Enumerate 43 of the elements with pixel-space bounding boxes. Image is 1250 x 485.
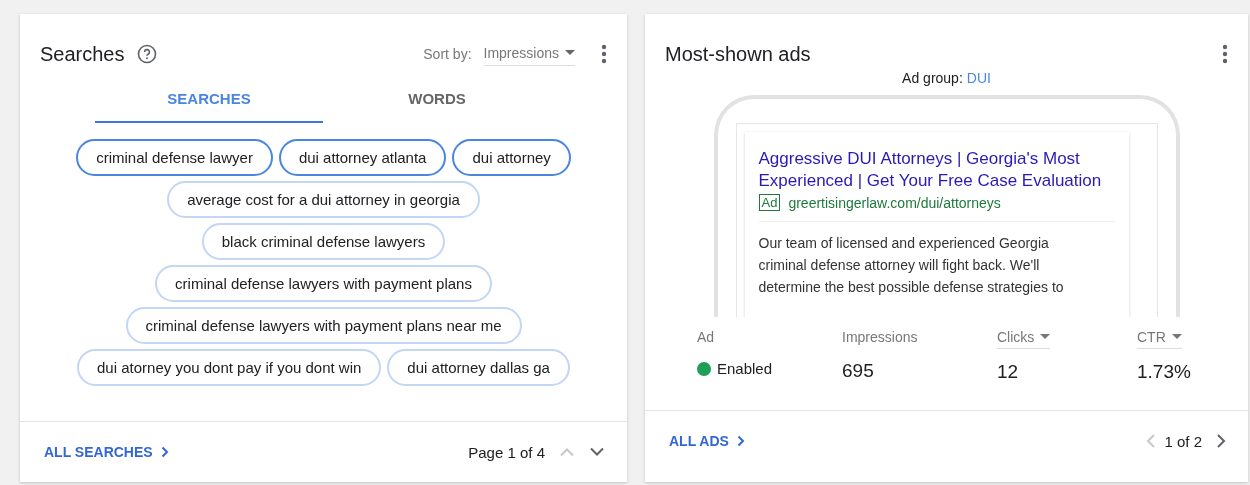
clicks-value: 12 [997, 361, 1019, 383]
column-header[interactable]: Clicks [997, 329, 1051, 349]
page-indicator: 1 of 2 [1164, 432, 1202, 450]
chevron-right-icon [736, 435, 745, 447]
more-icon[interactable] [1222, 44, 1228, 64]
caret-icon [1171, 334, 1182, 340]
ad-group-link[interactable]: DUI [966, 70, 991, 86]
ad-url: greertisingerlaw.com/dui/attorneys [788, 194, 1001, 211]
ctr-value: 1.73% [1137, 361, 1191, 383]
caret-icon [565, 49, 575, 56]
chevron-right-icon [160, 446, 169, 458]
search-chip[interactable]: criminal defense lawyers with payment plans near me [125, 307, 522, 344]
tab[interactable]: WORDS [323, 78, 551, 123]
column-header: Impressions [842, 329, 918, 347]
ad-headline[interactable]: Aggressive DUI Attorneys | Georgia's Most Experienced | Get Your Free Case Evaluation [758, 148, 1115, 192]
more-icon[interactable] [601, 44, 607, 64]
column-header: Ad [697, 329, 715, 347]
ad-description: Our team of licensed and experienced Georgia criminal defense attorney will fight back. We'll determine the best possible defense strategies to [758, 234, 1065, 297]
tab[interactable]: SEARCHES [95, 78, 323, 123]
search-chip[interactable]: dui attorney [452, 139, 571, 176]
search-chip[interactable]: dui atorney you dont pay if you dont win [77, 349, 382, 386]
all-ads-link[interactable]: ALL ADS [669, 433, 745, 449]
sort-label: Sort by: [423, 46, 472, 62]
help-icon[interactable] [136, 44, 157, 64]
chevron-down-icon[interactable] [589, 447, 605, 457]
ad-group-label: Ad group: [902, 70, 963, 86]
search-chip[interactable]: average cost for a dui attorney in georgia [167, 181, 480, 218]
all-searches-link[interactable]: ALL SEARCHES [44, 444, 169, 460]
impressions-value: 695 [842, 360, 874, 382]
card-title: Searches [40, 42, 125, 66]
sort-dropdown[interactable]: Impressions [483, 42, 575, 66]
column-header[interactable]: CTR [1137, 329, 1182, 349]
search-chip[interactable]: dui attorney atlanta [278, 139, 447, 176]
caret-icon [1040, 334, 1051, 340]
ad-badge: Ad [758, 194, 781, 211]
search-chip[interactable]: black criminal defense lawyers [201, 223, 446, 260]
search-chip[interactable]: dui attorney dallas ga [387, 349, 570, 386]
card-title: Most-shown ads [665, 42, 811, 66]
chevron-right-icon[interactable] [1216, 433, 1226, 449]
page-indicator: Page 1 of 4 [468, 443, 545, 461]
search-chip[interactable]: criminal defense lawyer [76, 139, 273, 176]
search-chip[interactable]: criminal defense lawyers with payment plans [155, 265, 492, 302]
status-text: Enabled [717, 360, 773, 377]
